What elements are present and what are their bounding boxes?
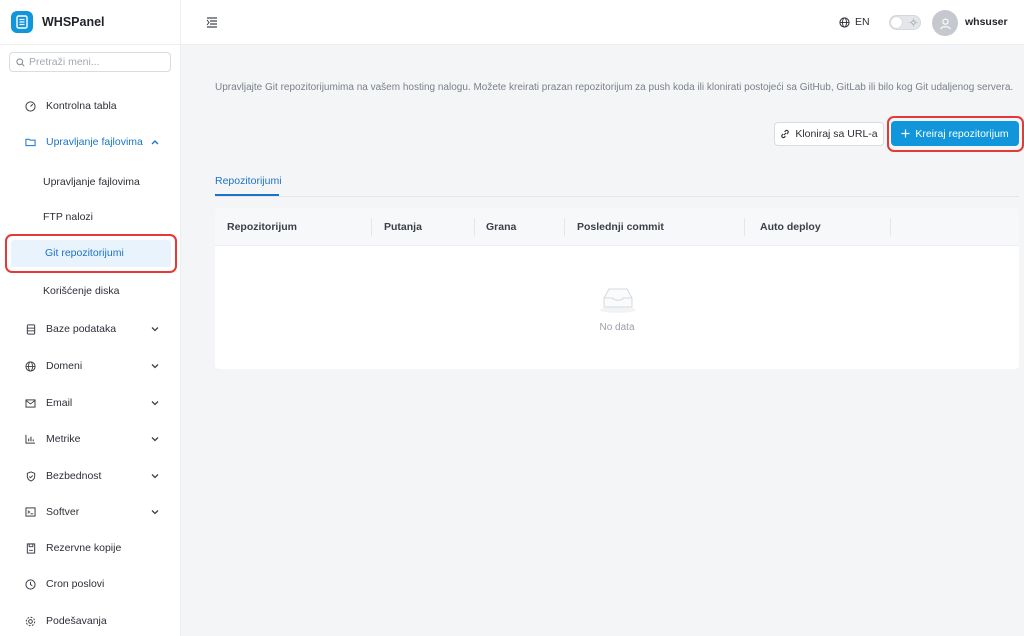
language-label: EN (855, 16, 870, 28)
sidebar-item-email[interactable]: Email (0, 391, 181, 415)
sidebar-subitem-label: Korišćenje diska (43, 285, 120, 297)
sidebar-item-label: Softver (46, 506, 80, 518)
link-icon (781, 129, 790, 139)
sidebar-subitem-ftp[interactable]: FTP nalozi (0, 205, 181, 229)
sidebar-item-metrics[interactable]: Metrike (0, 427, 181, 451)
sidebar-subitem-git[interactable]: Git repozitorijumi (11, 240, 171, 267)
terminal-icon (25, 507, 36, 518)
bar-chart-icon (25, 434, 36, 445)
column-divider (474, 218, 475, 236)
sidebar-item-settings[interactable]: Podešavanja (0, 609, 181, 633)
column-divider (890, 218, 891, 236)
create-button-label: Kreiraj repozitorijum (915, 127, 1009, 140)
clone-button-label: Kloniraj sa URL-a (795, 128, 878, 140)
sidebar-item-file-management[interactable]: Upravljanje fajlovima (0, 130, 181, 154)
clock-icon (25, 578, 36, 590)
sidebar-item-label: Rezervne kopije (46, 542, 122, 554)
username[interactable]: whsuser (965, 16, 1008, 28)
repositories-table: Repozitorijum Putanja Grana Poslednji co… (215, 208, 1019, 369)
sidebar-subitem-label: Git repozitorijumi (45, 247, 124, 259)
sidebar-item-label: Bezbednost (46, 470, 102, 482)
shield-icon (25, 470, 36, 482)
sidebar-item-label: Email (46, 397, 73, 409)
sidebar-subitem-label: FTP nalozi (43, 211, 93, 223)
chevron-up-icon (151, 138, 159, 146)
sun-icon (909, 18, 918, 27)
sidebar-item-label: Upravljanje fajlovima (46, 136, 143, 148)
globe-icon (25, 360, 36, 372)
sidebar-subitem-disk-usage[interactable]: Korišćenje diska (0, 279, 181, 303)
sidebar-item-backups[interactable]: Rezervne kopije (0, 536, 181, 560)
user-icon (939, 17, 951, 29)
chevron-down-icon (151, 472, 159, 480)
sidebar-item-label: Baze podataka (46, 323, 117, 335)
menu-search[interactable] (9, 52, 171, 72)
database-icon (25, 323, 36, 335)
page-description: Upravljajte Git repozitorijumima na vaše… (215, 82, 1014, 93)
toggle-knob (891, 17, 902, 28)
sidebar-subitem-label: Upravljanje fajlovima (43, 176, 140, 188)
table-header: Repozitorijum Putanja Grana Poslednji co… (215, 208, 1019, 246)
empty-inbox-icon (600, 288, 636, 313)
chevron-down-icon (151, 435, 159, 443)
chevron-down-icon (151, 362, 159, 370)
save-icon (25, 542, 36, 554)
logo-icon (11, 11, 33, 33)
sidebar-subitem-file-management[interactable]: Upravljanje fajlovima (0, 170, 181, 194)
top-header: EN whsuser (181, 0, 1024, 45)
sidebar-item-label: Domeni (46, 360, 83, 372)
language-switcher[interactable]: EN (839, 16, 870, 28)
create-repository-button[interactable]: Kreiraj repozitorijum (891, 121, 1019, 146)
tab-repositories[interactable]: Repozitorijumi (215, 175, 282, 187)
globe-icon (839, 16, 850, 28)
sidebar-item-domains[interactable]: Domeni (0, 354, 181, 378)
sidebar-item-software[interactable]: Softver (0, 500, 181, 524)
mail-icon (25, 398, 36, 409)
column-header-path: Putanja (384, 221, 422, 233)
search-icon (16, 57, 25, 67)
plus-icon (901, 129, 910, 138)
chevron-down-icon (151, 325, 159, 333)
logo-row: WHSPanel (0, 0, 180, 45)
sidebar-item-databases[interactable]: Baze podataka (0, 317, 181, 341)
app-name: WHSPanel (42, 15, 105, 29)
theme-toggle[interactable] (889, 15, 921, 30)
gauge-icon (25, 100, 36, 112)
sidebar-item-security[interactable]: Bezbednost (0, 464, 181, 488)
sidebar-item-cron[interactable]: Cron poslovi (0, 572, 181, 596)
column-divider (564, 218, 565, 236)
menu-fold-icon[interactable] (206, 16, 218, 28)
column-header-auto-deploy: Auto deploy (760, 221, 821, 233)
sidebar-item-dashboard[interactable]: Kontrolna tabla (0, 94, 181, 118)
column-header-repository: Repozitorijum (227, 221, 297, 233)
clone-from-url-button[interactable]: Kloniraj sa URL-a (774, 122, 884, 146)
column-divider (371, 218, 372, 236)
menu-search-input[interactable] (29, 56, 169, 68)
sidebar-item-label: Cron poslovi (46, 578, 105, 590)
empty-state-text: No data (599, 322, 635, 333)
avatar[interactable] (932, 10, 958, 36)
chevron-down-icon (151, 508, 159, 516)
sidebar-item-label: Podešavanja (46, 615, 107, 627)
column-header-last-commit: Poslednji commit (577, 221, 664, 233)
sidebar-item-label: Kontrolna tabla (46, 100, 117, 112)
sidebar: WHSPanel Kontrolna tabla Upravljanje faj… (0, 0, 181, 636)
column-header-branch: Grana (486, 221, 517, 233)
tab-bar: Repozitorijumi (215, 168, 1019, 197)
sidebar-item-label: Metrike (46, 433, 81, 445)
column-divider (744, 218, 745, 236)
folder-icon (25, 137, 36, 148)
gear-icon (25, 616, 36, 627)
tab-active-indicator (215, 194, 279, 196)
highlight-ring: Git repozitorijumi (5, 234, 177, 273)
chevron-down-icon (151, 399, 159, 407)
